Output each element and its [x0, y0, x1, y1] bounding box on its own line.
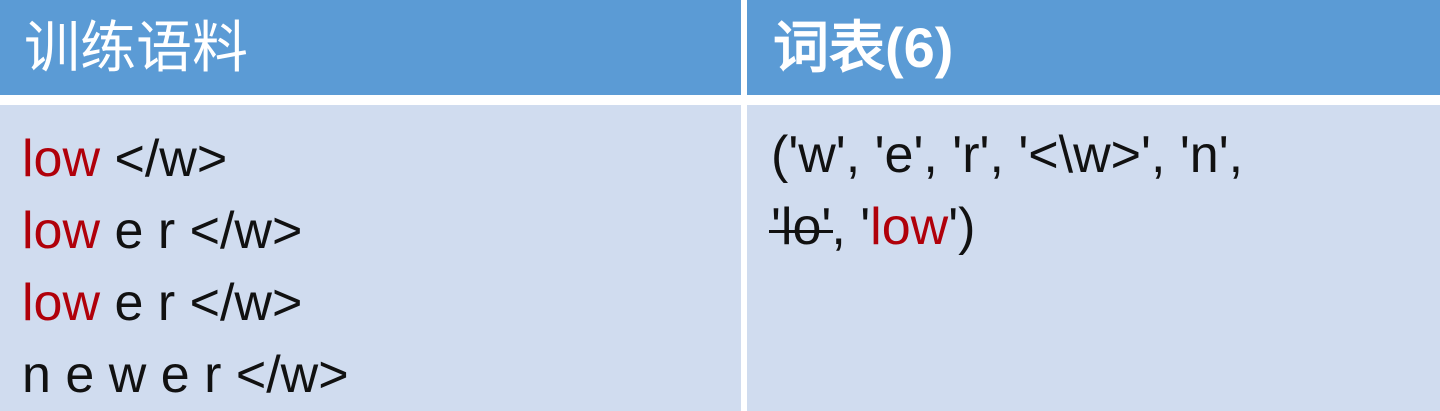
vocab-list: ('w', 'e', 'r', '<\w>', 'n', 'lo', 'low'… [768, 119, 1421, 263]
vocab-line-2: 'lo', 'low') [768, 191, 1421, 263]
vocab-line-1: ('w', 'e', 'r', '<\w>', 'n', [771, 126, 1244, 184]
remaining-tokens: n e w e r </w> [22, 346, 349, 404]
corpus-cell: low </w> low e r </w> low e r </w> n e w… [0, 105, 741, 411]
remaining-tokens: e r </w> [100, 202, 303, 260]
corpus-line: low e r </w> [22, 195, 349, 267]
merged-token: low [22, 202, 101, 260]
vocab-closing: ') [948, 198, 976, 256]
vocab-separator: , ' [831, 198, 871, 256]
merged-token: low [22, 274, 101, 332]
removed-token: 'lo' [768, 191, 834, 263]
corpus-header: 训练语料 [24, 16, 248, 79]
bpe-merge-table: 训练语料 词表(6) low </w> low e r </w> low e r… [0, 0, 1440, 411]
corpus-line: n e w e r </w> [22, 339, 349, 411]
new-merged-token: low [870, 198, 949, 256]
remaining-tokens: </w> [100, 130, 228, 188]
vocab-header: 词表(6) [773, 16, 954, 79]
corpus-lines: low </w> low e r </w> low e r </w> n e w… [22, 123, 349, 411]
corpus-line: low e r </w> [22, 267, 349, 339]
corpus-header-cell: 训练语料 [0, 0, 741, 95]
vocab-header-cell: 词表(6) [747, 0, 1440, 95]
vocab-cell: ('w', 'e', 'r', '<\w>', 'n', 'lo', 'low'… [747, 105, 1440, 411]
remaining-tokens: e r </w> [100, 274, 303, 332]
merged-token: low [22, 130, 101, 188]
corpus-line: low </w> [22, 123, 349, 195]
